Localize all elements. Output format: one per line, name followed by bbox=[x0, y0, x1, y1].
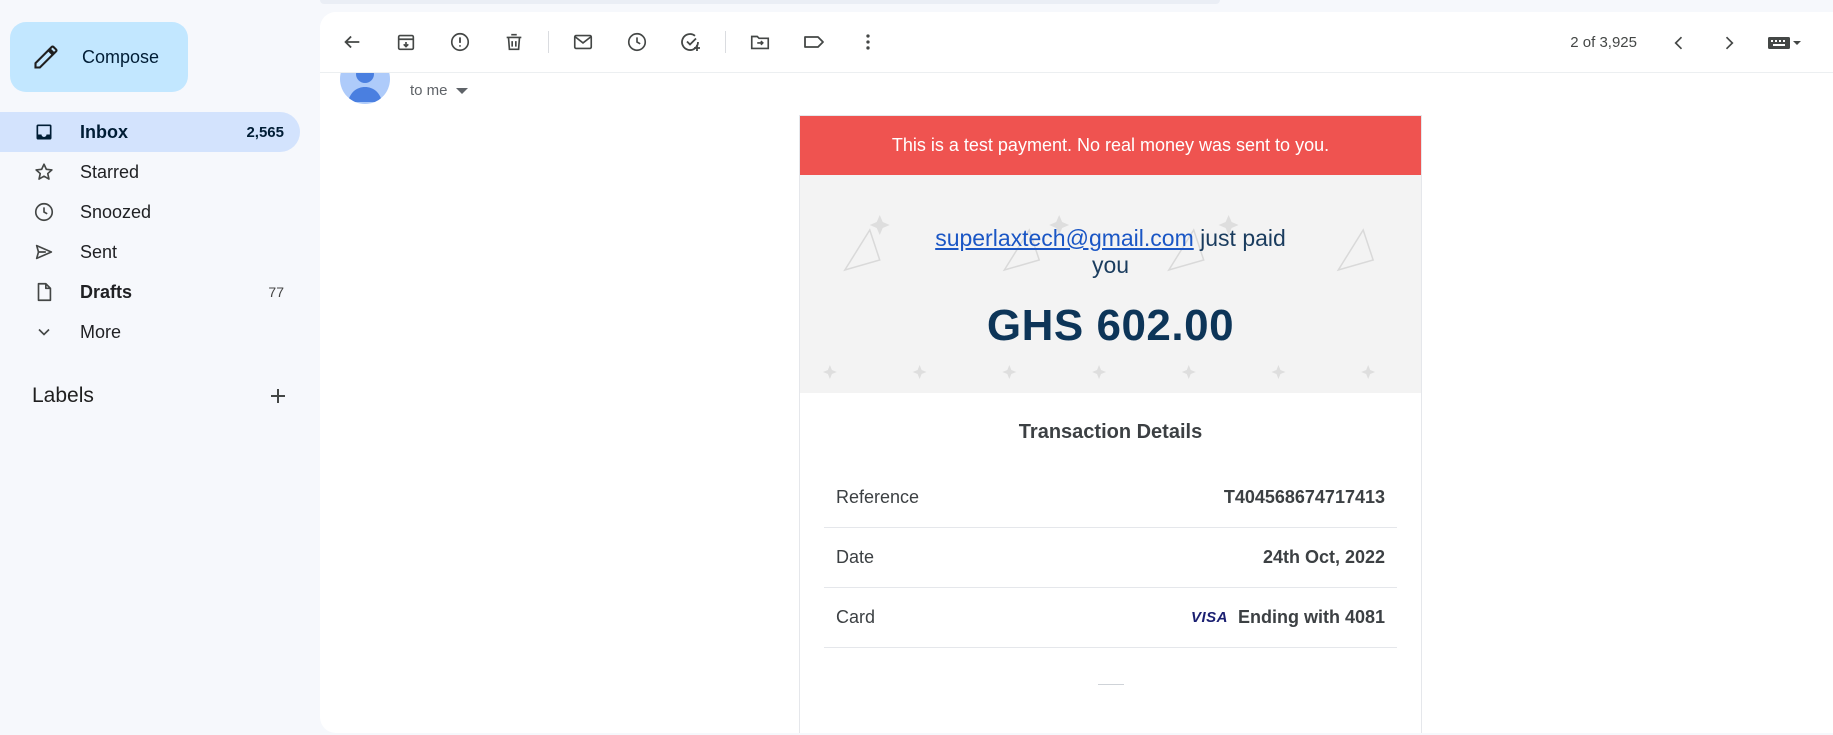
detail-key: Date bbox=[836, 547, 875, 567]
caret-down-icon bbox=[455, 87, 468, 94]
toolbar-divider bbox=[548, 31, 549, 53]
labels-header: Labels bbox=[32, 384, 290, 408]
report-spam-button[interactable] bbox=[440, 22, 480, 62]
compose-button[interactable]: Compose bbox=[10, 22, 188, 92]
payer-email-link[interactable]: superlaxtech@gmail.com bbox=[935, 225, 1194, 251]
move-to-button[interactable] bbox=[740, 22, 780, 62]
pager: 2 of 3,925 bbox=[1570, 12, 1803, 73]
keyboard-icon bbox=[1768, 36, 1790, 49]
folder-move-icon bbox=[750, 35, 770, 50]
sidebar-item-label: Snoozed bbox=[80, 201, 152, 222]
sidebar-item-label: Sent bbox=[80, 241, 118, 262]
sidebar-item-label: Drafts bbox=[80, 281, 133, 302]
sidebar-item-drafts[interactable]: Drafts 77 bbox=[0, 272, 300, 312]
detail-value: T404568674717413 bbox=[1223, 487, 1385, 507]
sidebar-item-inbox[interactable]: Inbox 2,565 bbox=[0, 112, 300, 152]
email-body: This is a test payment. No real money wa… bbox=[799, 115, 1422, 733]
older-button[interactable] bbox=[1709, 23, 1749, 63]
report-icon bbox=[450, 32, 470, 52]
inbox-icon bbox=[32, 120, 56, 144]
draft-icon bbox=[32, 280, 56, 304]
sidebar-item-label: Inbox bbox=[80, 121, 128, 142]
caret-down-icon bbox=[1793, 40, 1801, 45]
test-payment-banner: This is a test payment. No real money wa… bbox=[800, 116, 1421, 175]
detail-key: Card bbox=[836, 607, 876, 627]
payer-line: superlaxtech@gmail.com just paid you bbox=[931, 175, 1291, 279]
back-button[interactable] bbox=[332, 22, 372, 62]
snooze-button[interactable] bbox=[617, 22, 657, 62]
visa-logo-icon: VISA bbox=[1190, 609, 1228, 626]
payment-hero: superlaxtech@gmail.com just paid you GHS… bbox=[800, 175, 1421, 393]
detail-value-card: VISA Ending with 4081 bbox=[1191, 607, 1385, 628]
labels-heading: Labels bbox=[32, 384, 94, 407]
send-icon bbox=[32, 240, 56, 264]
divider bbox=[1097, 684, 1124, 685]
label-icon bbox=[804, 36, 824, 48]
archive-button[interactable] bbox=[386, 22, 426, 62]
sidebar-item-label: More bbox=[80, 321, 122, 342]
more-actions-button[interactable] bbox=[848, 22, 888, 62]
top-strip bbox=[320, 0, 1220, 4]
mark-unread-button[interactable] bbox=[563, 22, 603, 62]
pager-text: 2 of 3,925 bbox=[1570, 34, 1637, 51]
add-label-icon[interactable] bbox=[266, 384, 290, 408]
sidebar-item-starred[interactable]: Starred bbox=[0, 152, 300, 192]
star-icon bbox=[32, 160, 56, 184]
mail-icon bbox=[573, 34, 593, 50]
sidebar-item-more[interactable]: More bbox=[0, 312, 300, 352]
sidebar-nav: Inbox 2,565 Starred Snoozed Sent Drafts … bbox=[0, 112, 300, 352]
transaction-details: Transaction Details Reference T404568674… bbox=[800, 421, 1421, 685]
detail-row-date: Date 24th Oct, 2022 bbox=[824, 528, 1397, 588]
detail-key: Reference bbox=[836, 487, 920, 507]
detail-row-reference: Reference T404568674717413 bbox=[824, 468, 1397, 528]
more-vert-icon bbox=[866, 34, 870, 50]
recipient-details-toggle[interactable]: to me bbox=[410, 82, 468, 99]
add-to-tasks-button[interactable] bbox=[671, 22, 711, 62]
labels-button[interactable] bbox=[794, 22, 834, 62]
clock-icon bbox=[32, 200, 56, 224]
pencil-icon bbox=[34, 45, 58, 69]
sidebar-item-snoozed[interactable]: Snoozed bbox=[0, 192, 300, 232]
drafts-count: 77 bbox=[268, 284, 284, 300]
delete-button[interactable] bbox=[494, 22, 534, 62]
arrow-back-icon bbox=[344, 35, 360, 49]
newer-button[interactable] bbox=[1659, 23, 1699, 63]
toolbar-divider bbox=[725, 31, 726, 53]
message-view: 2 of 3,925 to me This is a test payment.… bbox=[320, 12, 1833, 733]
details-title: Transaction Details bbox=[1018, 421, 1203, 443]
input-tools-button[interactable] bbox=[1767, 35, 1803, 51]
payment-amount: GHS 602.00 bbox=[986, 301, 1235, 350]
message-toolbar: 2 of 3,925 bbox=[320, 12, 1833, 73]
card-ending: Ending with 4081 bbox=[1237, 607, 1385, 627]
chevron-left-icon bbox=[1674, 36, 1683, 49]
clock-icon bbox=[627, 32, 647, 52]
sidebar-item-sent[interactable]: Sent bbox=[0, 232, 300, 272]
trash-icon bbox=[506, 33, 522, 51]
compose-label: Compose bbox=[82, 46, 160, 67]
unread-count: 2,565 bbox=[246, 123, 284, 141]
chevron-right-icon bbox=[1725, 36, 1734, 49]
sidebar: Compose Inbox 2,565 Starred Snoozed Sent… bbox=[0, 0, 320, 735]
detail-row-card: Card VISA Ending with 4081 bbox=[824, 588, 1397, 648]
to-me-label: to me bbox=[410, 82, 448, 99]
task-add-icon bbox=[681, 33, 700, 51]
sidebar-item-label: Starred bbox=[80, 161, 140, 182]
archive-icon bbox=[397, 34, 415, 51]
chevron-down-icon bbox=[32, 320, 56, 344]
detail-value: 24th Oct, 2022 bbox=[1262, 547, 1385, 567]
